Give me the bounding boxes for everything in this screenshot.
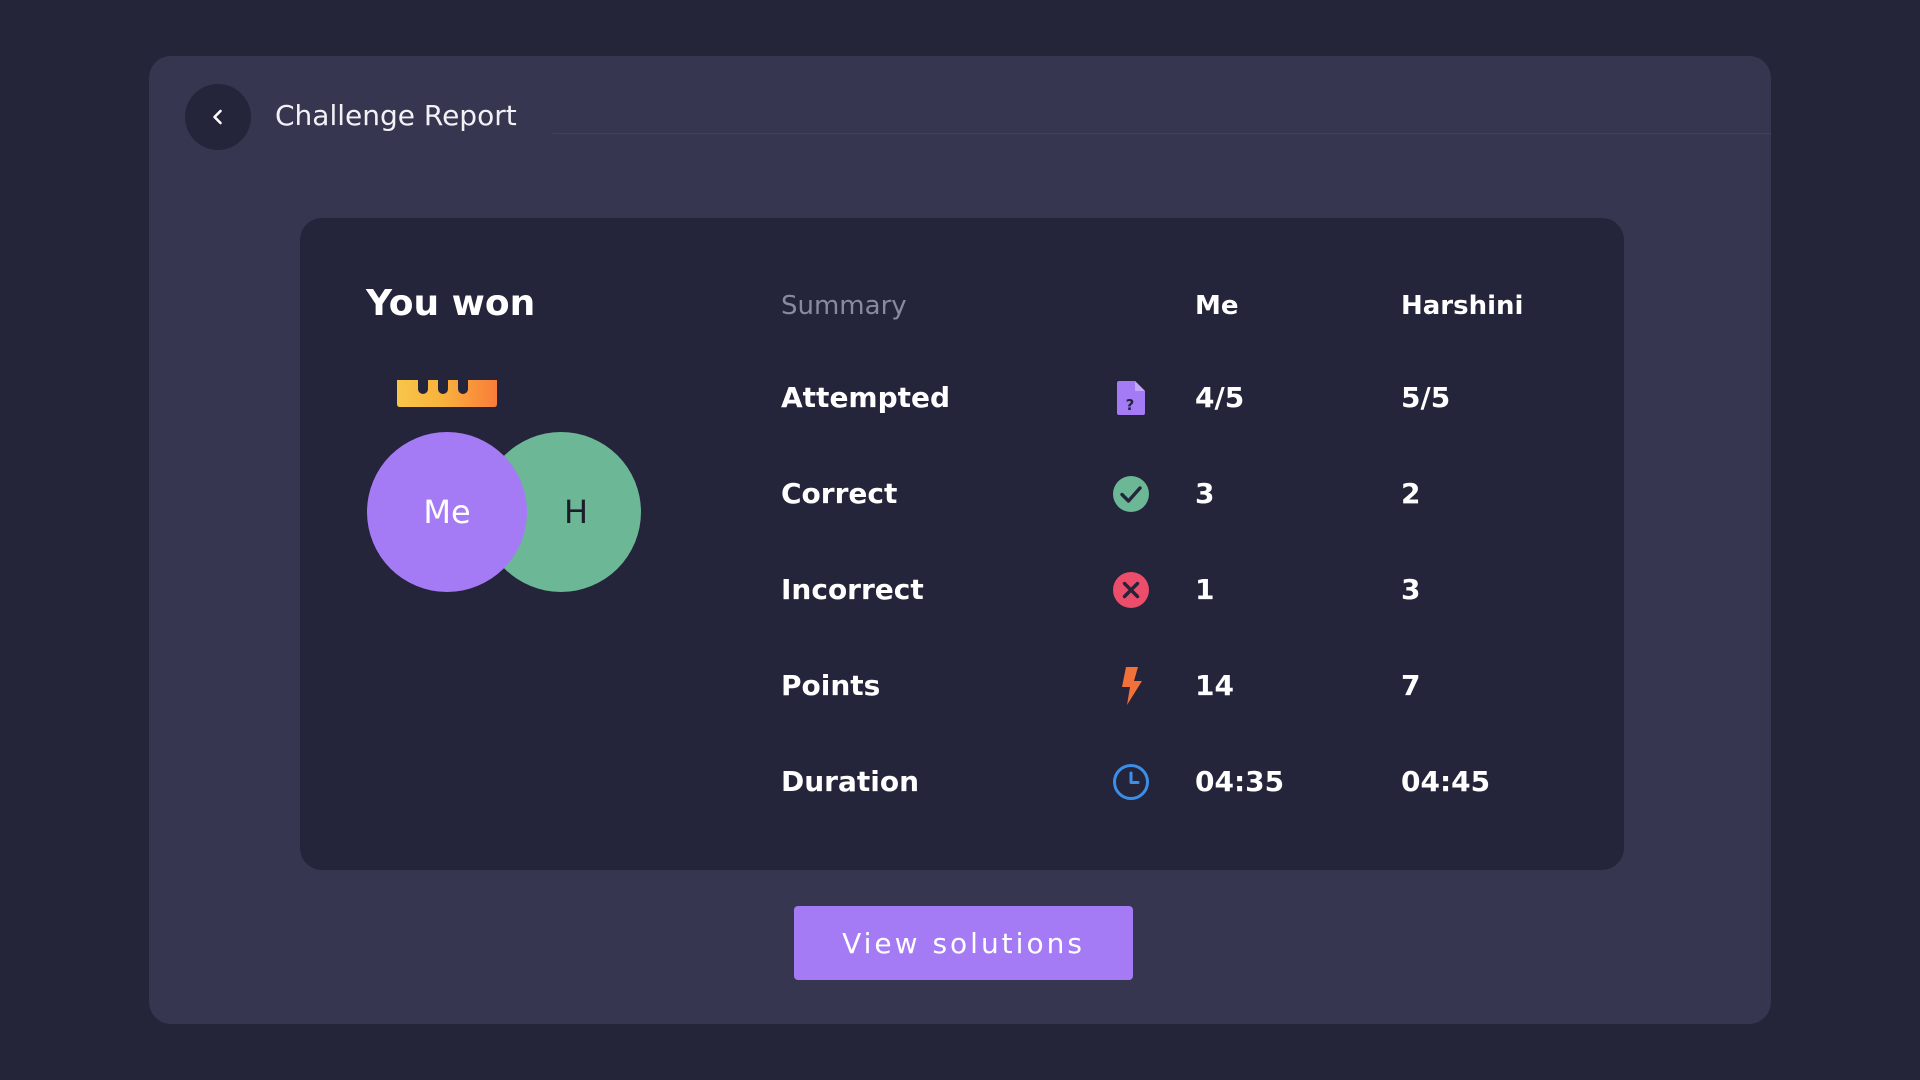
check-circle-icon	[1113, 476, 1149, 512]
opponent-value: 2	[1401, 477, 1421, 510]
row-label: Attempted	[781, 381, 951, 414]
summary-row-points: Points 14 7	[300, 664, 1624, 708]
svg-text:?: ?	[1126, 396, 1135, 414]
lightning-icon	[1122, 667, 1142, 705]
opponent-value: 04:45	[1401, 765, 1491, 798]
summary-row-attempted: Attempted ? 4/5 5/5	[300, 376, 1624, 420]
page-title: Challenge Report	[275, 99, 517, 132]
summary-row-incorrect: Incorrect 1 3	[300, 568, 1624, 612]
result-card: You won H Me Summary Me Harshini Attempt…	[300, 218, 1624, 870]
row-label: Points	[781, 669, 881, 702]
report-panel: Challenge Report You won H Me Summary Me…	[149, 56, 1771, 1024]
back-button[interactable]	[185, 84, 251, 150]
opponent-value: 5/5	[1401, 381, 1451, 414]
me-value: 4/5	[1195, 381, 1245, 414]
me-column-header: Me	[1195, 291, 1239, 321]
chevron-left-icon	[213, 109, 222, 125]
row-label: Correct	[781, 477, 898, 510]
question-file-icon: ?	[1117, 381, 1145, 415]
row-label: Duration	[781, 765, 920, 798]
me-value: 14	[1195, 669, 1234, 702]
summary-row-correct: Correct 3 2	[300, 472, 1624, 516]
clock-icon	[1113, 764, 1149, 800]
cross-circle-icon	[1113, 572, 1149, 608]
me-value: 3	[1195, 477, 1215, 510]
opponent-column-header: Harshini	[1401, 291, 1524, 321]
header-divider	[553, 133, 1771, 134]
summary-header: Summary	[781, 291, 907, 321]
opponent-value: 3	[1401, 573, 1421, 606]
row-label: Incorrect	[781, 573, 924, 606]
opponent-value: 7	[1401, 669, 1421, 702]
view-solutions-button[interactable]: View solutions	[794, 906, 1133, 980]
result-title: You won	[366, 283, 536, 324]
summary-row-duration: Duration 04:35 04:45	[300, 760, 1624, 804]
me-value: 04:35	[1195, 765, 1285, 798]
me-value: 1	[1195, 573, 1215, 606]
